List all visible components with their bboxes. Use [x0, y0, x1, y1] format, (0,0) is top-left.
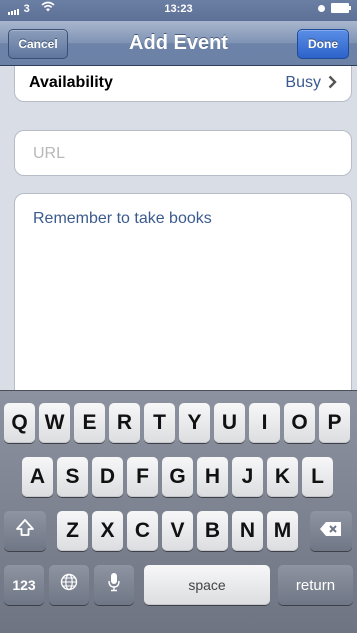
key-p[interactable]: P	[319, 403, 350, 443]
availability-row[interactable]: Availability Busy	[14, 66, 352, 102]
key-h[interactable]: H	[197, 457, 228, 497]
chevron-right-icon	[328, 74, 337, 92]
key-e[interactable]: E	[74, 403, 105, 443]
keyboard-row-3: Z X C V B N M	[0, 511, 357, 555]
battery-icon	[331, 3, 351, 13]
availability-value: Busy	[285, 74, 321, 91]
globe-icon	[60, 573, 78, 597]
event-form: Availability Busy URL Remember to take b…	[0, 66, 357, 390]
key-n[interactable]: N	[232, 511, 263, 551]
key-m[interactable]: M	[267, 511, 298, 551]
keyboard-row-1: Q W E R T Y U I O P	[0, 403, 357, 447]
key-t[interactable]: T	[144, 403, 175, 443]
status-time: 13:23	[164, 3, 193, 15]
globe-key[interactable]	[49, 565, 89, 605]
add-event-screen: 3 13:23 Cancel Add Event Done Availabili…	[0, 0, 357, 633]
key-v[interactable]: V	[162, 511, 193, 551]
keyboard: Q W E R T Y U I O P A S D F G H J K L Z …	[0, 390, 357, 633]
status-bar: 3 13:23	[0, 0, 357, 21]
dictation-key[interactable]	[94, 565, 134, 605]
space-key[interactable]: space	[144, 565, 270, 605]
key-y[interactable]: Y	[179, 403, 210, 443]
key-i[interactable]: I	[249, 403, 280, 443]
key-s[interactable]: S	[57, 457, 88, 497]
shift-icon	[15, 518, 35, 544]
availability-label: Availability	[29, 74, 113, 91]
key-j[interactable]: J	[232, 457, 263, 497]
microphone-icon	[107, 572, 121, 598]
key-c[interactable]: C	[127, 511, 158, 551]
key-d[interactable]: D	[92, 457, 123, 497]
keyboard-row-4: 123 space return	[0, 565, 357, 609]
notes-field[interactable]: Remember to take books	[14, 193, 352, 390]
key-z[interactable]: Z	[57, 511, 88, 551]
key-l[interactable]: L	[302, 457, 333, 497]
key-x[interactable]: X	[92, 511, 123, 551]
url-placeholder: URL	[33, 145, 66, 162]
key-g[interactable]: G	[162, 457, 193, 497]
key-q[interactable]: Q	[4, 403, 35, 443]
delete-icon	[319, 519, 343, 543]
key-w[interactable]: W	[39, 403, 70, 443]
numbers-key[interactable]: 123	[4, 565, 44, 605]
key-k[interactable]: K	[267, 457, 298, 497]
rotation-lock-icon	[318, 4, 325, 12]
done-button[interactable]: Done	[297, 29, 349, 59]
keyboard-row-2: A S D F G H J K L	[0, 457, 357, 501]
key-f[interactable]: F	[127, 457, 158, 497]
return-key[interactable]: return	[278, 565, 353, 605]
delete-key[interactable]	[310, 511, 352, 551]
key-a[interactable]: A	[22, 457, 53, 497]
notes-text: Remember to take books	[33, 210, 212, 227]
navigation-bar: Cancel Add Event Done	[0, 21, 357, 66]
key-o[interactable]: O	[284, 403, 315, 443]
url-field[interactable]: URL	[14, 130, 352, 176]
key-b[interactable]: B	[197, 511, 228, 551]
shift-key[interactable]	[4, 511, 46, 551]
key-u[interactable]: U	[214, 403, 245, 443]
key-r[interactable]: R	[109, 403, 140, 443]
